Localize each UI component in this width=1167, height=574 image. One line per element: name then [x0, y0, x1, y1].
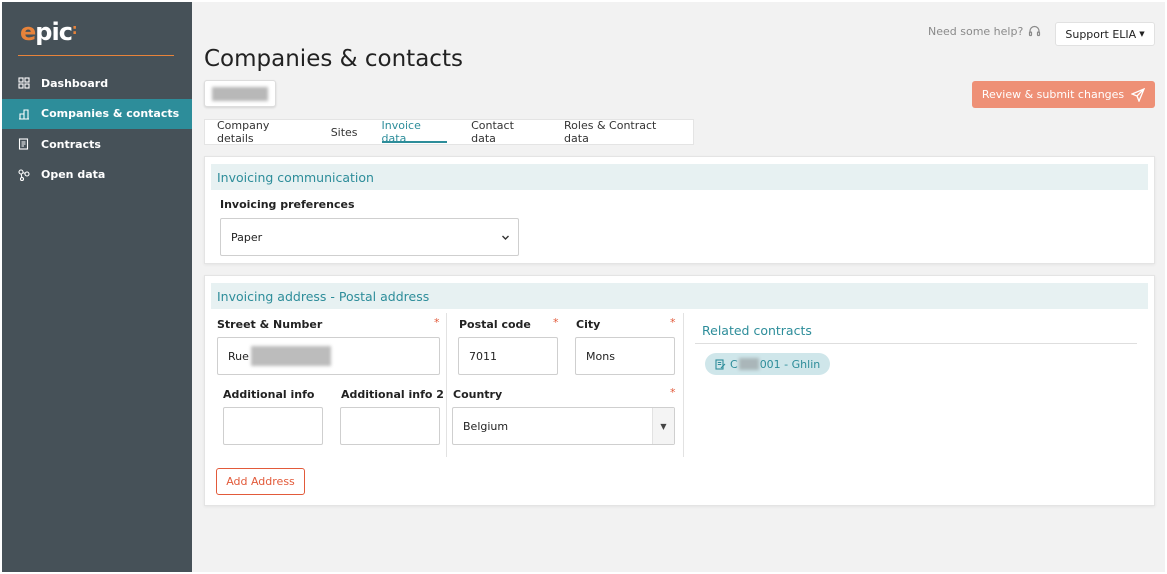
review-submit-button[interactable]: Review & submit changes	[972, 81, 1155, 108]
sidebar-nav: Dashboard Companies & contacts Contracts	[2, 68, 192, 190]
redacted-street	[250, 346, 331, 366]
redacted-company-name	[212, 87, 268, 101]
related-contracts-title: Related contracts	[702, 323, 812, 338]
sidebar-item-dashboard[interactable]: Dashboard	[2, 68, 192, 98]
city-value: Mons	[586, 349, 615, 363]
required-marker: *	[434, 316, 440, 329]
city-input[interactable]: Mons	[575, 337, 675, 375]
tab-contact-data[interactable]: Contact data	[459, 119, 552, 145]
related-contracts-divider	[695, 343, 1137, 344]
logo[interactable]: epic:	[20, 18, 77, 46]
support-label: Support ELIA	[1065, 27, 1137, 41]
country-value: Belgium	[463, 419, 509, 433]
sidebar-item-companies[interactable]: Companies & contacts	[2, 98, 192, 129]
help-link[interactable]: Need some help?	[928, 25, 1041, 38]
sidebar-item-label: Contracts	[41, 137, 101, 151]
headset-icon	[1029, 25, 1041, 37]
submit-label: Review & submit changes	[981, 88, 1125, 101]
contracts-icon	[18, 138, 29, 150]
tab-sites[interactable]: Sites	[319, 120, 370, 144]
caret-down-icon: ▼	[1139, 30, 1145, 38]
section-title: Invoicing address - Postal address	[211, 283, 1148, 309]
sidebar-item-open-data[interactable]: Open data	[2, 160, 192, 190]
tab-invoice-data[interactable]: Invoice data	[370, 119, 460, 145]
field-label: Country	[453, 388, 503, 401]
main-content: Need some help? Support ELIA ▼ Companies…	[192, 2, 1165, 572]
dashboard-icon	[18, 77, 30, 89]
logo-mark: :	[71, 22, 78, 38]
sidebar-item-label: Dashboard	[41, 76, 109, 90]
invoicing-communication-card: Invoicing communication Invoicing prefer…	[204, 156, 1155, 264]
help-text: Need some help?	[928, 25, 1024, 38]
column-divider	[683, 313, 684, 457]
logo-divider	[18, 55, 174, 56]
field-label: City	[576, 318, 601, 331]
tab-bar: Company details Sites Invoice data Conta…	[204, 119, 694, 145]
field-label: Street & Number	[217, 318, 323, 331]
section-title: Invoicing communication	[211, 164, 1148, 190]
send-icon	[1131, 87, 1146, 102]
contract-icon	[715, 358, 726, 370]
additional-info-input[interactable]	[223, 407, 323, 445]
caret-down-icon: ▼	[652, 408, 674, 444]
logo-text: pic	[35, 18, 73, 46]
sidebar-item-contracts[interactable]: Contracts	[2, 129, 192, 159]
tab-company-details[interactable]: Company details	[205, 119, 319, 145]
street-number-input[interactable]: Rue	[217, 337, 440, 375]
add-address-button[interactable]: Add Address	[216, 468, 305, 495]
column-divider	[446, 313, 447, 457]
required-marker: *	[553, 316, 559, 329]
select-value: Paper	[231, 230, 263, 244]
required-marker: *	[670, 316, 676, 329]
sidebar: epic: Dashboard Companies & contacts Con…	[2, 2, 192, 572]
field-label: Additional info	[223, 388, 315, 401]
country-select[interactable]: Belgium ▼	[452, 407, 675, 445]
sidebar-item-label: Open data	[41, 168, 106, 181]
field-label: Additional info 2	[341, 388, 444, 401]
street-value: Rue	[228, 349, 249, 363]
postal-value: 7011	[469, 349, 497, 363]
app-window: epic: Dashboard Companies & contacts Con…	[2, 2, 1165, 572]
open-data-icon	[18, 168, 30, 181]
support-dropdown-button[interactable]: Support ELIA ▼	[1055, 22, 1155, 46]
tab-roles-contract-data[interactable]: Roles & Contract data	[552, 119, 693, 145]
contract-prefix: C	[730, 357, 738, 371]
related-contract-pill[interactable]: C 001 - Ghlin	[705, 353, 831, 375]
company-selector[interactable]	[204, 80, 276, 107]
redacted-contract-id	[738, 358, 759, 370]
companies-icon	[19, 108, 29, 120]
contract-suffix: 001 - Ghlin	[759, 357, 821, 371]
sidebar-item-label: Companies & contacts	[41, 107, 180, 120]
field-label: Postal code	[459, 318, 531, 331]
additional-info-2-input[interactable]	[340, 407, 440, 445]
chevron-down-icon	[502, 235, 509, 240]
logo-letter: e	[20, 18, 36, 46]
page-title: Companies & contacts	[204, 46, 463, 72]
postal-code-input[interactable]: 7011	[458, 337, 558, 375]
invoicing-preferences-select[interactable]: Paper	[220, 218, 519, 256]
required-marker: *	[670, 386, 676, 399]
field-label: Invoicing preferences	[220, 198, 355, 211]
invoicing-address-card: Invoicing address - Postal address Stree…	[204, 275, 1155, 506]
